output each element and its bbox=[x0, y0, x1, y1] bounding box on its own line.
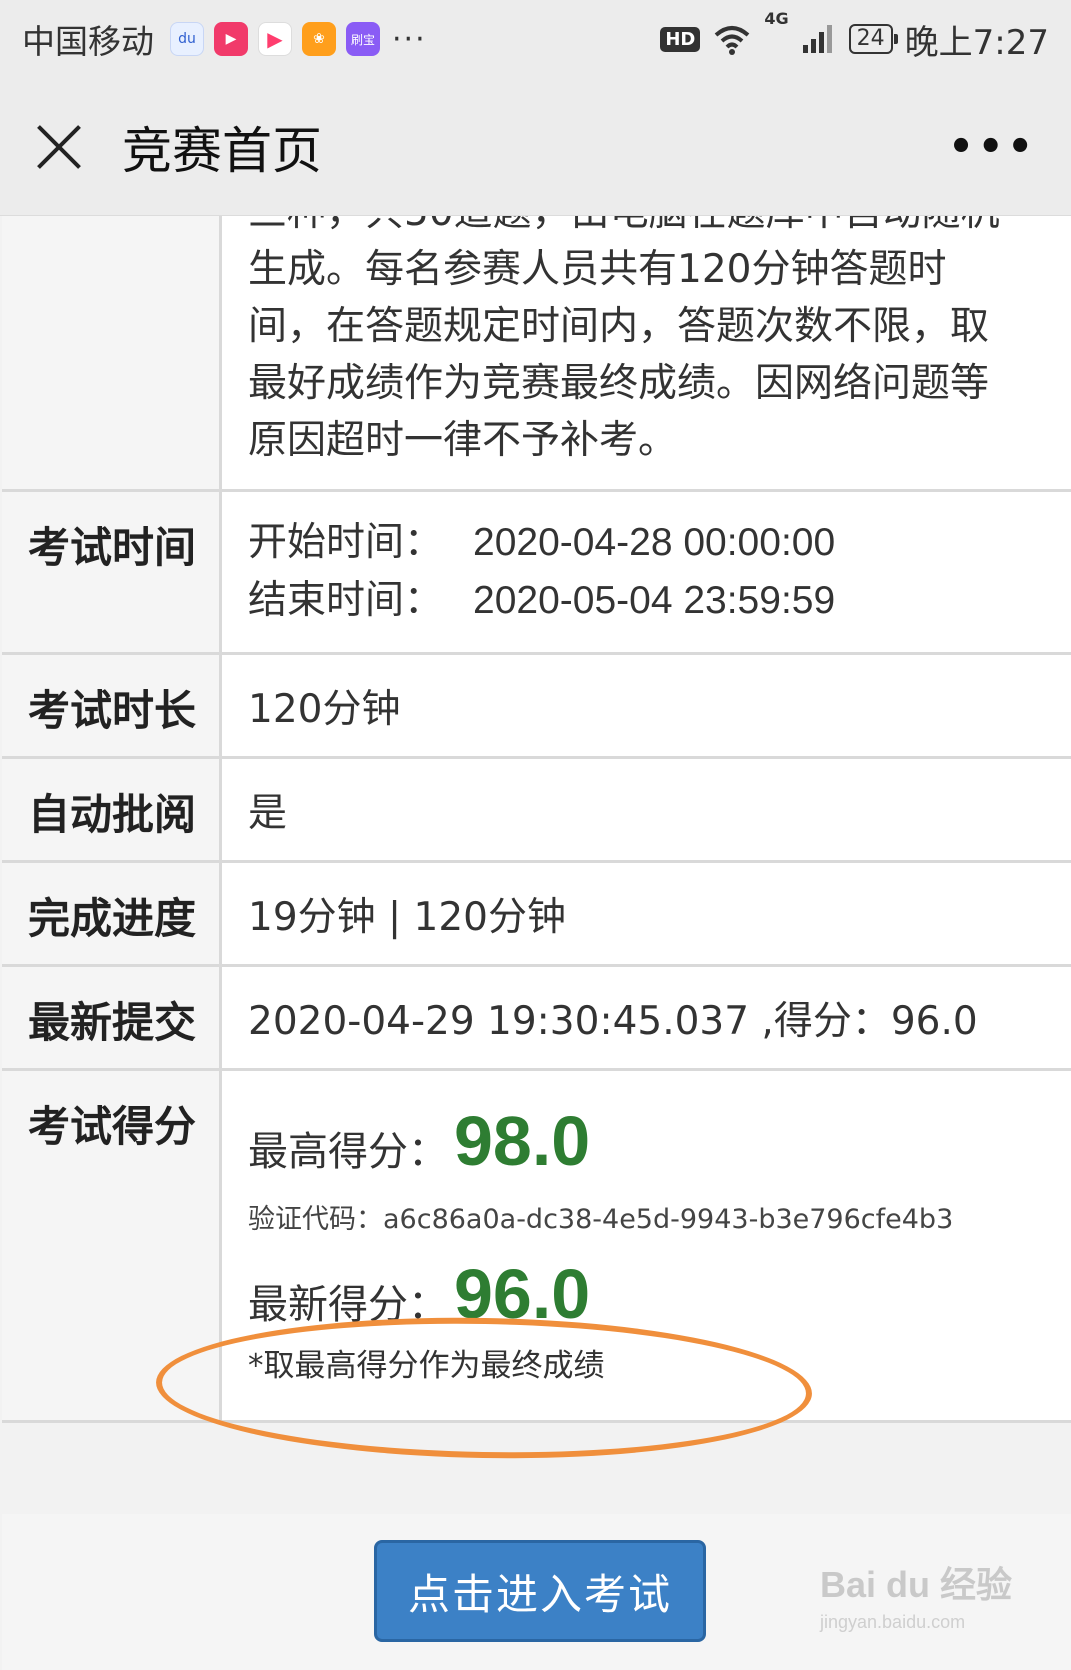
battery-icon: 24 bbox=[848, 24, 898, 54]
end-time-label: 结束时间： bbox=[248, 578, 444, 623]
exam-info-table: 三种，共50道题，由电脑在题库中自动随机 生成。每名参赛人员共有120分钟答题时… bbox=[2, 190, 1071, 1423]
kuaishou-icon: ❀ bbox=[302, 22, 336, 56]
latest-submit-value: 2020-04-29 19:30:45.037 ,得分：96.0 bbox=[222, 967, 1071, 1068]
status-bar: 中国移动 du ▶ ▶ ❀ 刷宝 ··· HD 4G 24 晚上7:27 bbox=[0, 0, 1071, 78]
duration-label: 考试时长 bbox=[2, 655, 222, 756]
latest-score-value: 96.0 bbox=[454, 1255, 591, 1333]
duration-row: 考试时长 120分钟 bbox=[2, 655, 1071, 759]
play-app-icon: ▶ bbox=[258, 22, 292, 56]
verification-code: 验证代码：a6c86a0a-dc38-4e5d-9943-b3e796cfe4b… bbox=[248, 1204, 954, 1235]
more-notifications-icon: ··· bbox=[392, 21, 427, 57]
clock: 晚上7:27 bbox=[904, 22, 1049, 63]
highest-score-label: 最高得分： bbox=[248, 1129, 448, 1175]
start-time-value: 2020-04-28 00:00:00 bbox=[473, 521, 836, 564]
exam-time-label: 考试时间 bbox=[2, 492, 222, 652]
description-line: 生成。每名参赛人员共有120分钟答题时 bbox=[248, 247, 947, 292]
score-label: 考试得分 bbox=[2, 1071, 222, 1420]
end-time-value: 2020-05-04 23:59:59 bbox=[473, 579, 836, 622]
description-label bbox=[2, 200, 222, 489]
latest-submit-row: 最新提交 2020-04-29 19:30:45.037 ,得分：96.0 bbox=[2, 967, 1071, 1071]
progress-row: 完成进度 19分钟 | 120分钟 bbox=[2, 863, 1071, 967]
start-time-label: 开始时间： bbox=[248, 520, 444, 565]
description-line: 间，在答题规定时间内，答题次数不限，取 bbox=[248, 304, 990, 349]
signal-icon bbox=[802, 25, 832, 53]
score-row: 考试得分 最高得分： 98.0 验证代码：a6c86a0a-dc38-4e5d-… bbox=[2, 1071, 1071, 1423]
wifi-icon bbox=[715, 26, 750, 55]
baidu-icon: du bbox=[170, 22, 204, 56]
auto-review-value: 是 bbox=[222, 759, 1071, 860]
close-icon[interactable] bbox=[34, 122, 84, 172]
progress-value: 19分钟 | 120分钟 bbox=[222, 863, 1071, 964]
highest-score-value: 98.0 bbox=[454, 1102, 591, 1180]
network-type: 4G bbox=[764, 8, 789, 28]
hd-icon: HD bbox=[660, 26, 701, 52]
description-text: 三种，共50道题，由电脑在题库中自动随机 生成。每名参赛人员共有120分钟答题时… bbox=[222, 190, 1071, 489]
shuabao-icon: 刷宝 bbox=[346, 22, 380, 56]
score-value: 最高得分： 98.0 验证代码：a6c86a0a-dc38-4e5d-9943-… bbox=[222, 1071, 1071, 1420]
latest-score-label: 最新得分： bbox=[248, 1282, 448, 1328]
auto-review-label: 自动批阅 bbox=[2, 759, 222, 860]
status-indicators: HD 4G 24 晚上7:27 bbox=[660, 9, 1049, 64]
latest-submit-label: 最新提交 bbox=[2, 967, 222, 1068]
enter-exam-button[interactable]: 点击进入考试 bbox=[374, 1540, 706, 1642]
more-menu-icon[interactable]: ••• bbox=[948, 124, 1037, 170]
score-note: *取最高得分作为最终成绩 bbox=[248, 1348, 605, 1384]
video-app-icon: ▶ bbox=[214, 22, 248, 56]
highest-score-line: 最高得分： 98.0 bbox=[248, 1101, 1051, 1181]
nav-bar: 竞赛首页 ••• bbox=[0, 78, 1071, 216]
exam-time-value: 开始时间： 2020-04-28 00:00:00 结束时间： 2020-05-04… bbox=[222, 492, 1071, 652]
duration-value: 120分钟 bbox=[222, 655, 1071, 756]
baidu-jingyan-watermark: Bai du 经验 bbox=[820, 1564, 1013, 1605]
exam-home-page: 中国移动 du ▶ ▶ ❀ 刷宝 ··· HD 4G 24 晚上7:27 竞赛首… bbox=[0, 0, 1071, 1670]
latest-score-line: 最新得分： 96.0 bbox=[248, 1254, 1051, 1334]
description-line: 最好成绩作为竞赛最终成绩。因网络问题等 bbox=[248, 361, 990, 406]
page-title: 竞赛首页 bbox=[122, 121, 322, 180]
carrier-name: 中国移动 bbox=[22, 22, 154, 61]
description-row: 三种，共50道题，由电脑在题库中自动随机 生成。每名参赛人员共有120分钟答题时… bbox=[2, 190, 1071, 492]
watermark-url: jingyan.baidu.com bbox=[820, 1612, 966, 1632]
progress-label: 完成进度 bbox=[2, 863, 222, 964]
exam-time-row: 考试时间 开始时间： 2020-04-28 00:00:00 结束时间： 2020-… bbox=[2, 492, 1071, 655]
description-line: 原因超时一律不予补考。 bbox=[248, 418, 678, 463]
auto-review-row: 自动批阅 是 bbox=[2, 759, 1071, 863]
